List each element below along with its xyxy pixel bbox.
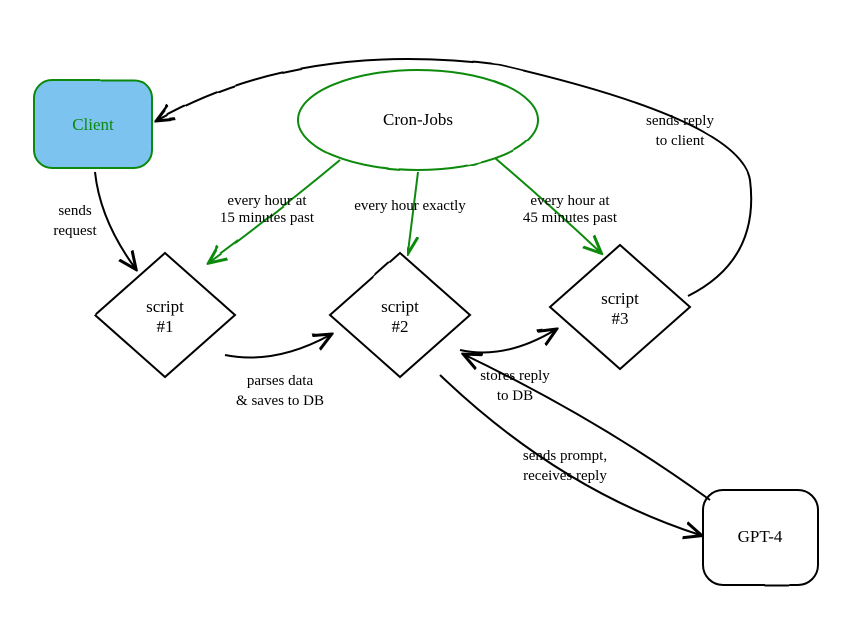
arrow-script1-script2 (225, 335, 330, 358)
arrow-script3-client (158, 59, 751, 296)
edge-prompt-1: sends prompt, (523, 448, 607, 464)
edge-prompt-2: receives reply (523, 468, 607, 484)
edge-cron3-2: 45 minutes past (523, 210, 618, 226)
edge-sends-request-2: request (53, 223, 97, 239)
edge-sends-reply-1: sends reply (646, 113, 714, 129)
gpt4-label: GPT-4 (738, 527, 783, 546)
edge-parses-2: & saves to DB (236, 393, 324, 409)
edge-parses-1: parses data (247, 373, 314, 389)
cron-label: Cron-Jobs (383, 110, 453, 129)
arrow-client-script1 (95, 172, 135, 268)
edge-sends-reply-2: to client (656, 133, 706, 149)
edge-cron1-1: every hour at (227, 193, 307, 209)
script3-label-2: #3 (612, 309, 629, 328)
edge-cron3-1: every hour at (530, 193, 610, 209)
edge-cron2: every hour exactly (354, 198, 466, 214)
script1-label-2: #1 (157, 317, 174, 336)
edge-stores-1: stores reply (480, 368, 550, 384)
arrow-script2-script3 (460, 330, 555, 353)
edge-sends-request-1: sends (58, 203, 91, 219)
edge-stores-2: to DB (497, 388, 533, 404)
script1-label-1: script (146, 297, 184, 316)
edge-cron1-2: 15 minutes past (220, 210, 315, 226)
script2-label-2: #2 (392, 317, 409, 336)
script3-label-1: script (601, 289, 639, 308)
script2-label-1: script (381, 297, 419, 316)
client-label: Client (72, 115, 114, 134)
diagram-canvas: Client Cron-Jobs script #1 script #2 scr… (0, 0, 853, 626)
